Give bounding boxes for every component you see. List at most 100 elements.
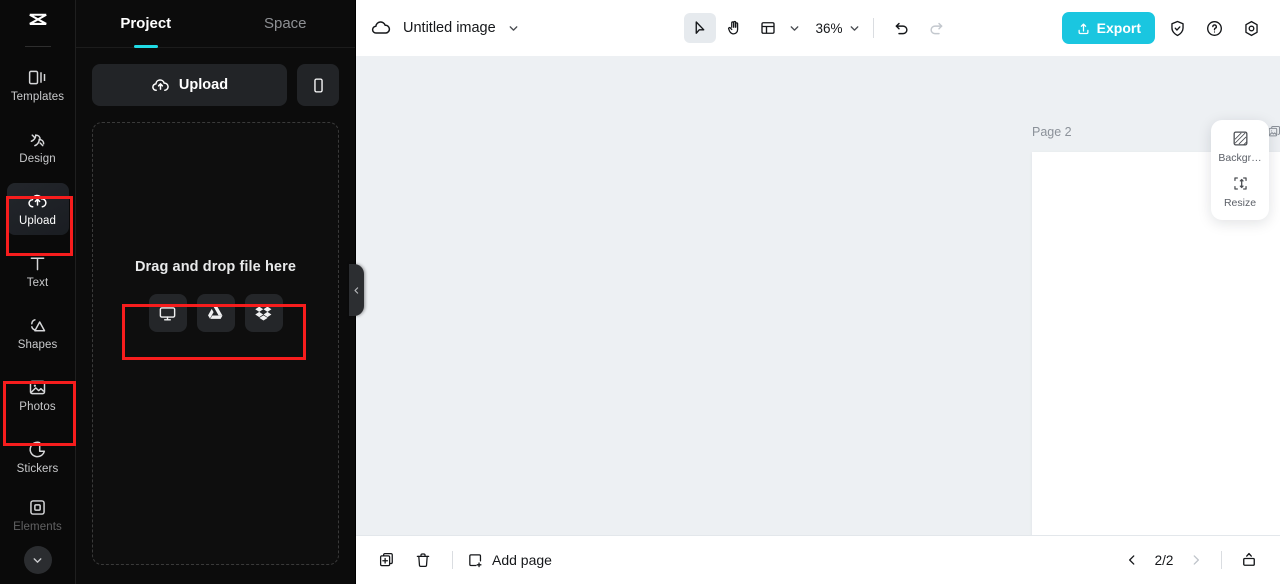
sidebar-item-shapes[interactable]: Shapes bbox=[7, 307, 69, 359]
left-tool-rail: Templates Design Upload Text Shapes Phot… bbox=[0, 0, 76, 584]
capcut-logo-icon bbox=[28, 13, 47, 25]
file-dropzone[interactable]: Drag and drop file here bbox=[92, 122, 339, 565]
sidebar-item-upload[interactable]: Upload bbox=[6, 183, 69, 235]
chevron-down-icon[interactable] bbox=[788, 22, 801, 35]
settings-gear-icon bbox=[1244, 20, 1258, 36]
cursor-arrow-icon bbox=[695, 21, 705, 34]
sidebar-item-photos[interactable]: Photos bbox=[7, 369, 69, 421]
shield-check-icon bbox=[1170, 20, 1184, 36]
tab-project[interactable]: Project bbox=[76, 0, 216, 48]
sidebar-item-label: Photos bbox=[19, 400, 56, 413]
undo-button[interactable] bbox=[886, 13, 918, 43]
templates-icon bbox=[28, 70, 46, 84]
bottombar-divider-right bbox=[1221, 551, 1222, 569]
layout-tool-button[interactable] bbox=[752, 13, 784, 43]
upload-from-computer-button[interactable] bbox=[148, 294, 187, 332]
shield-check-button[interactable] bbox=[1162, 13, 1192, 43]
toolbar-right-group: Export bbox=[1061, 12, 1266, 44]
next-page-button[interactable] bbox=[1183, 547, 1209, 573]
toolbar-divider bbox=[873, 18, 874, 38]
settings-button[interactable] bbox=[1236, 13, 1266, 43]
help-question-icon bbox=[1206, 20, 1222, 36]
stickers-icon bbox=[29, 441, 46, 457]
capcut-editor-window: Templates Design Upload Text Shapes Phot… bbox=[0, 0, 1280, 584]
sidebar-item-label: Elements bbox=[13, 520, 62, 533]
text-icon bbox=[30, 257, 45, 270]
desktop-monitor-icon bbox=[159, 306, 176, 321]
top-toolbar: Untitled image 36% Export bbox=[356, 0, 1280, 56]
upload-from-dropbox-button[interactable] bbox=[244, 294, 283, 332]
expand-panel-button[interactable] bbox=[1234, 545, 1264, 575]
expand-panel-icon bbox=[1243, 552, 1255, 566]
help-button[interactable] bbox=[1199, 13, 1229, 43]
hand-icon bbox=[728, 20, 739, 35]
sidebar-item-elements[interactable]: Elements bbox=[7, 493, 69, 537]
dropzone-content: Drag and drop file here bbox=[93, 259, 338, 332]
sidebar-item-text[interactable]: Text bbox=[7, 245, 69, 297]
rail-item-list: Templates Design Upload Text Shapes Phot… bbox=[0, 59, 75, 537]
google-drive-icon bbox=[208, 306, 223, 319]
sidebar-item-templates[interactable]: Templates bbox=[7, 59, 69, 111]
add-page-button[interactable]: Add page bbox=[467, 552, 552, 569]
background-button-label: Backgr… bbox=[1218, 152, 1262, 164]
panel-collapse-handle[interactable] bbox=[349, 264, 364, 316]
cloud-icon[interactable] bbox=[370, 17, 392, 39]
document-title[interactable]: Untitled image bbox=[403, 20, 496, 36]
hand-tool-button[interactable] bbox=[718, 13, 750, 43]
page-navigation: 2/2 bbox=[1119, 545, 1264, 575]
panel-actions: Upload bbox=[76, 48, 355, 106]
chevron-down-icon[interactable] bbox=[848, 22, 861, 35]
bottombar-divider bbox=[452, 551, 453, 569]
export-button[interactable]: Export bbox=[1061, 12, 1155, 44]
chevron-down-icon bbox=[33, 557, 42, 563]
rail-divider bbox=[24, 46, 51, 47]
duplicate-page-button[interactable] bbox=[372, 545, 402, 575]
duplicate-page-icon[interactable] bbox=[1267, 124, 1280, 139]
undo-arrow-icon bbox=[895, 22, 908, 35]
toolbar-left-group: Untitled image bbox=[370, 17, 520, 39]
upload-from-google-drive-button[interactable] bbox=[196, 294, 235, 332]
upload-button[interactable]: Upload bbox=[92, 64, 287, 106]
sidebar-item-label: Templates bbox=[10, 90, 65, 103]
sidebar-item-label: Stickers bbox=[16, 462, 59, 475]
chevron-down-icon[interactable] bbox=[507, 22, 520, 35]
redo-button[interactable] bbox=[920, 13, 952, 43]
chevron-left-icon bbox=[1129, 555, 1135, 565]
toolbar-center-group: 36% bbox=[684, 13, 952, 43]
export-button-label: Export bbox=[1096, 20, 1141, 36]
duplicate-icon bbox=[379, 552, 393, 567]
trash-icon bbox=[416, 553, 430, 568]
mobile-phone-icon bbox=[313, 77, 323, 93]
previous-page-button[interactable] bbox=[1119, 547, 1145, 573]
background-pattern-icon bbox=[1233, 131, 1247, 146]
select-tool-button[interactable] bbox=[684, 13, 716, 43]
canvas-area[interactable]: Page 2 ••• Backgr… bbox=[356, 56, 1280, 535]
page-header-actions: ••• bbox=[1267, 124, 1280, 139]
main-area: Untitled image 36% Export Page 2 Backgr…… bbox=[356, 0, 1280, 584]
tab-space[interactable]: Space bbox=[216, 0, 356, 48]
elements-icon bbox=[30, 499, 45, 515]
zoom-level-value[interactable]: 36% bbox=[812, 21, 846, 36]
chevron-left-icon bbox=[354, 286, 359, 294]
shapes-icon bbox=[31, 318, 46, 331]
sidebar-item-stickers[interactable]: Stickers bbox=[7, 431, 69, 483]
add-page-icon bbox=[469, 553, 482, 567]
sidebar-item-design[interactable]: Design bbox=[7, 121, 69, 173]
dropbox-icon bbox=[255, 306, 272, 321]
upload-panel: Project Space Upload Drag and drop file … bbox=[76, 0, 364, 584]
panel-tabs: Project Space bbox=[76, 0, 355, 48]
add-page-label: Add page bbox=[492, 552, 552, 568]
app-logo[interactable] bbox=[0, 0, 75, 46]
resize-button[interactable]: Resize bbox=[1211, 174, 1269, 209]
page-indicator: 2/2 bbox=[1154, 552, 1174, 568]
delete-page-button[interactable] bbox=[408, 545, 438, 575]
upload-source-buttons bbox=[148, 294, 283, 332]
background-button[interactable]: Backgr… bbox=[1211, 129, 1269, 164]
rail-expand-more-button[interactable] bbox=[23, 546, 52, 574]
upload-from-phone-button[interactable] bbox=[297, 64, 339, 106]
bottom-toolbar: Add page 2/2 bbox=[356, 535, 1280, 584]
page-label: Page 2 bbox=[1032, 124, 1072, 139]
export-upload-icon bbox=[1078, 23, 1089, 34]
upload-cloud-icon bbox=[152, 78, 169, 91]
dropzone-label: Drag and drop file here bbox=[134, 259, 297, 275]
